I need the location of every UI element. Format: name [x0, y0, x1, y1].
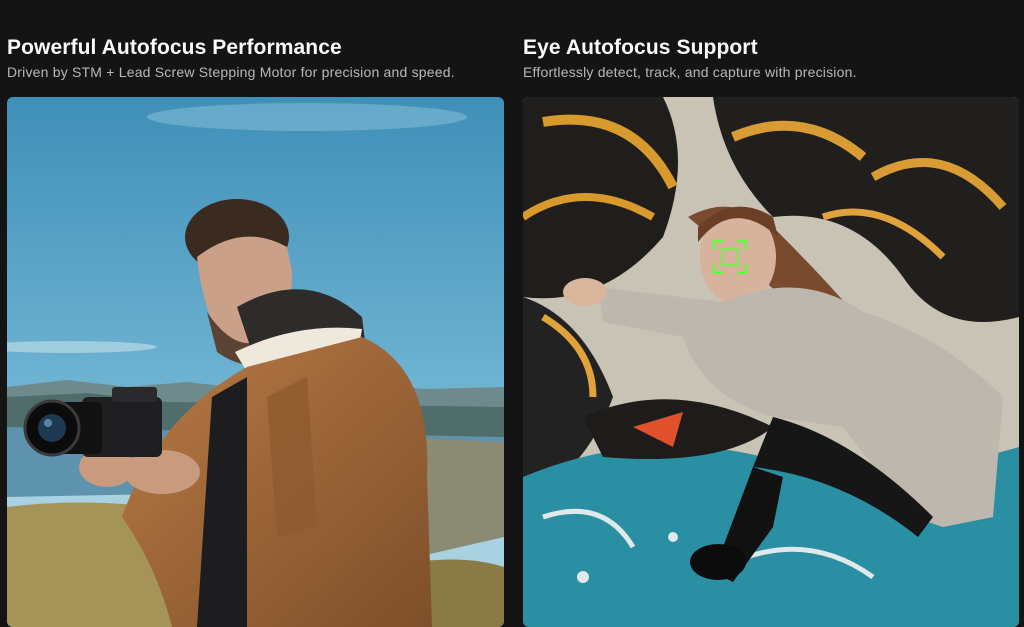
- man-with-camera-photo: [7, 97, 504, 627]
- feature-subtitle: Effortlessly detect, track, and capture …: [523, 64, 857, 80]
- woman-graffiti-eye-af-photo: [523, 97, 1019, 627]
- feature-subtitle: Driven by STM + Lead Screw Stepping Moto…: [7, 64, 455, 80]
- feature-title: Powerful Autofocus Performance: [7, 36, 342, 60]
- feature-title: Eye Autofocus Support: [523, 36, 758, 60]
- eye-af-focus-box-icon: [713, 240, 747, 274]
